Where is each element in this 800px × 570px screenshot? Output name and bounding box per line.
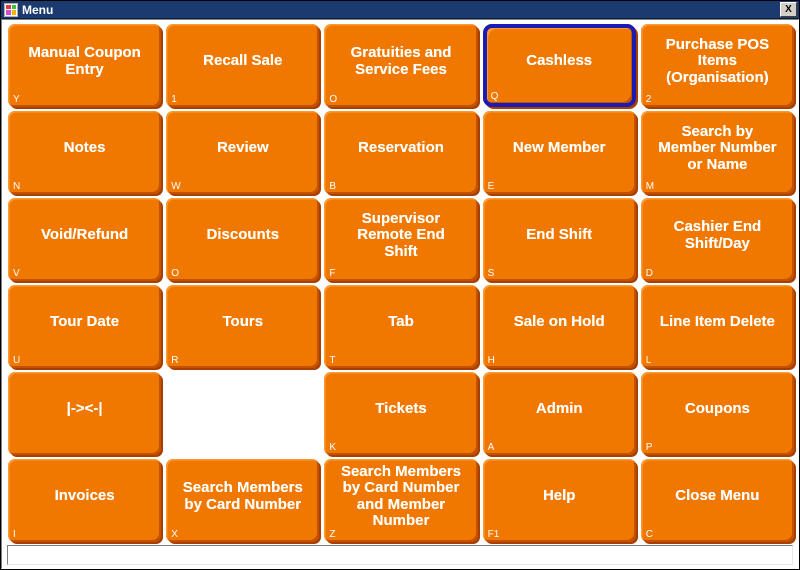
pos-button-gratuities-and-service-fees[interactable]: Gratuities and Service Fees O <box>324 24 478 107</box>
pos-button-coupons[interactable]: Coupons P <box>640 372 794 455</box>
pos-button-help[interactable]: Help F1 <box>482 459 636 542</box>
pos-button-label: Cashless <box>526 52 593 70</box>
close-icon[interactable]: X <box>780 2 797 17</box>
pos-button-label: Reservation <box>358 139 444 157</box>
pos-button-shortcut: D <box>645 268 654 279</box>
pos-button-close-menu[interactable]: Close Menu C <box>640 459 794 542</box>
pos-button-label: Review <box>216 139 269 157</box>
pos-button-shortcut: P <box>645 442 653 453</box>
pos-button-shortcut: N <box>13 181 21 192</box>
pos-button-sale-on-hold[interactable]: Sale on Hold H <box>482 285 636 368</box>
pos-button-shortcut: O <box>171 268 179 279</box>
client-area: Manual Coupon Entry Y Recall Sale 1 Gratuiti… <box>1 19 799 569</box>
pos-button-label: Line Item Delete <box>659 313 775 331</box>
pos-button-supervisor-remote-end-shift[interactable]: Supervisor Remote End Shift F <box>324 198 478 281</box>
pos-button-new-member[interactable]: New Member E <box>482 111 636 194</box>
pos-button-label: Tickets <box>375 400 427 418</box>
pos-button-shortcut: 2 <box>645 94 652 105</box>
pos-button-shortcut: S <box>487 268 495 279</box>
pos-button-label: Search by Member Number or Name <box>658 123 777 173</box>
pos-button-shortcut: B <box>329 181 337 192</box>
pos-button-shortcut: Y <box>13 94 20 105</box>
pos-button-tours[interactable]: Tours R <box>166 285 320 368</box>
pos-button-purchase-pos-items-organisation[interactable]: Purchase POS Items (Organisation) 2 <box>640 24 794 107</box>
pos-button-label: Notes <box>63 139 106 157</box>
grid-cell-empty <box>166 372 319 455</box>
pos-button-grid: Manual Coupon Entry Y Recall Sale 1 Gratuiti… <box>4 22 796 544</box>
pos-button-shortcut: H <box>487 355 495 366</box>
pos-button-shortcut: O <box>329 94 338 105</box>
pos-button-shortcut: Q <box>490 91 499 102</box>
pos-button-shortcut: E <box>487 181 495 192</box>
pos-button-label: Purchase POS Items (Organisation) <box>665 36 770 86</box>
pos-button-label: Invoices <box>54 487 115 505</box>
pos-button-reservation[interactable]: Reservation B <box>324 111 478 194</box>
pos-button-shortcut: R <box>171 355 179 366</box>
pos-button-manual-coupon-entry[interactable]: Manual Coupon Entry Y <box>8 24 162 107</box>
pos-button-label: Coupons <box>684 400 750 418</box>
pos-button-label: Tour Date <box>50 313 120 331</box>
pos-button-shortcut: Z <box>329 529 336 540</box>
pos-button-label: Tours <box>222 313 264 331</box>
pos-button-label: Recall Sale <box>203 52 283 70</box>
pos-button-shortcut: I <box>13 529 16 540</box>
pos-button-label: Search Members by Card Number <box>182 479 303 513</box>
window-title: Menu <box>22 2 54 17</box>
pos-button-search-members-by-card-number[interactable]: Search Members by Card Number X <box>166 459 320 542</box>
pos-button-review[interactable]: Review W <box>166 111 320 194</box>
pos-button-end-shift[interactable]: End Shift S <box>482 198 636 281</box>
pos-button-shortcut: X <box>171 529 178 540</box>
pos-button-shortcut: C <box>645 529 654 540</box>
pos-button-tab[interactable]: Tab T <box>324 285 478 368</box>
pos-button-label: Tab <box>388 313 414 331</box>
pos-button-shortcut: A <box>487 442 495 453</box>
pos-button-label: Admin <box>535 400 583 418</box>
pos-button-cashless[interactable]: Cashless Q <box>482 24 636 107</box>
pos-button-search-by-member-number-or-name[interactable]: Search by Member Number or Name M <box>640 111 794 194</box>
pos-button-shortcut: M <box>645 181 655 192</box>
pos-button-admin[interactable]: Admin A <box>482 372 636 455</box>
pos-button-label: Search Members by Card Number and Member… <box>340 463 462 529</box>
pos-button-shortcut: F <box>329 268 336 279</box>
pos-button-label: Manual Coupon Entry <box>28 44 141 78</box>
status-bar <box>7 545 793 565</box>
pos-button-shortcut: V <box>13 268 20 279</box>
pos-button-invoices[interactable]: Invoices I <box>8 459 162 542</box>
pos-button-cashier-end-shift-day[interactable]: Cashier End Shift/Day D <box>640 198 794 281</box>
pos-button-label: Close Menu <box>675 487 760 505</box>
pos-button-empty[interactable]: |-><-| <box>8 372 162 455</box>
menu-window: Menu X Manual Coupon Entry Y Recall Sale 1 G… <box>0 0 800 570</box>
pos-button-line-item-delete[interactable]: Line Item Delete L <box>640 285 794 368</box>
pos-button-label: |-><-| <box>66 400 103 418</box>
pos-button-label: Help <box>542 487 576 505</box>
pos-button-shortcut: K <box>329 442 337 453</box>
pos-button-void-refund[interactable]: Void/Refund V <box>8 198 162 281</box>
pos-button-tour-date[interactable]: Tour Date U <box>8 285 162 368</box>
pos-button-label: Sale on Hold <box>513 313 605 331</box>
pos-button-discounts[interactable]: Discounts O <box>166 198 320 281</box>
pos-button-label: New Member <box>512 139 606 157</box>
pos-button-label: Discounts <box>206 226 280 244</box>
pos-button-shortcut: U <box>13 355 21 366</box>
pos-button-label: Gratuities and Service Fees <box>350 44 452 78</box>
pos-button-shortcut: W <box>171 181 181 192</box>
app-pinwheel-icon <box>4 2 18 17</box>
title-bar: Menu X <box>1 1 799 19</box>
pos-button-shortcut: T <box>329 355 336 366</box>
pos-button-label: Supervisor Remote End Shift <box>357 210 445 260</box>
pos-button-tickets[interactable]: Tickets K <box>324 372 478 455</box>
pos-button-recall-sale[interactable]: Recall Sale 1 <box>166 24 320 107</box>
pos-button-shortcut: F1 <box>487 529 500 540</box>
pos-button-shortcut: 1 <box>171 94 177 105</box>
pos-button-label: End Shift <box>526 226 593 244</box>
pos-button-label: Cashier End Shift/Day <box>673 218 762 252</box>
pos-button-shortcut: L <box>645 355 652 366</box>
pos-button-label: Void/Refund <box>40 226 129 244</box>
pos-button-notes[interactable]: Notes N <box>8 111 162 194</box>
pos-button-search-members-by-card-number-and-member-number[interactable]: Search Members by Card Number and Member… <box>324 459 478 542</box>
